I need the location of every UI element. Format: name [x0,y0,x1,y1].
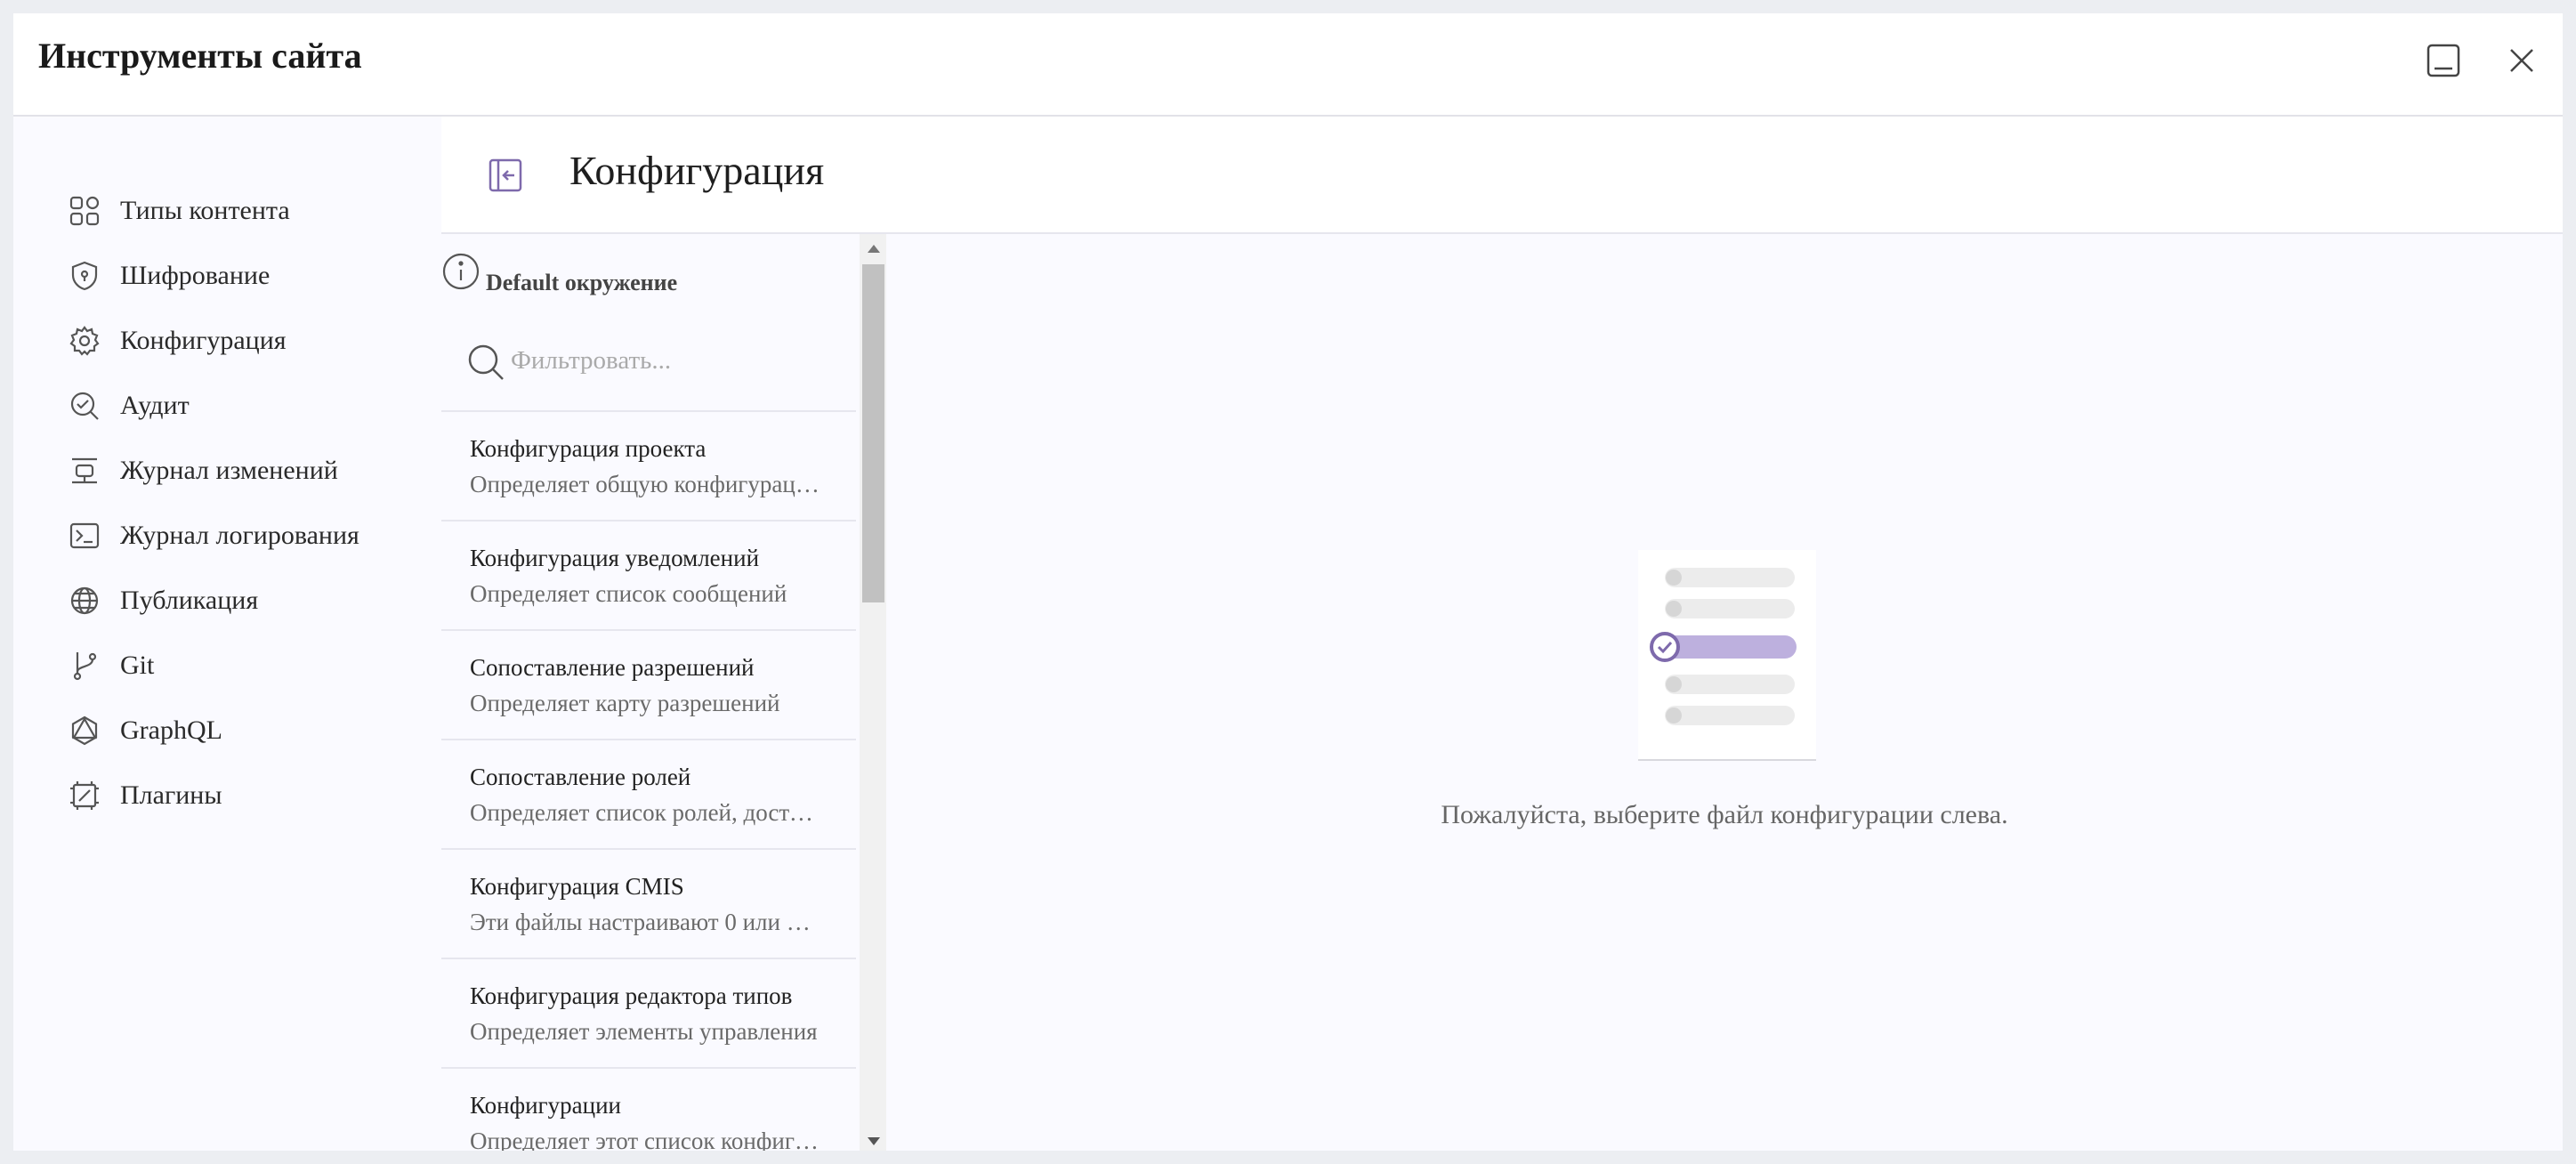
list-item[interactable]: Сопоставление ролей Определяет список ро… [441,739,856,849]
config-item-name: Конфигурации [470,1092,621,1119]
sidebar-item-label: Журнал изменений [120,456,338,485]
sidebar-item-label: GraphQL [120,715,222,745]
scroll-up-arrow-icon[interactable] [868,245,880,253]
gear-icon [67,323,102,359]
sidebar-item-label: Типы контента [120,196,290,225]
config-item-description: Определяет общую конфигурацию проекта [470,471,821,497]
sidebar-item-label: Журнал логирования [120,521,359,550]
dialog-header: Инструменты сайта [13,13,2563,117]
sidebar-item-label: Шифрование [120,261,271,290]
config-item-description: Определяет карту разрешений [470,690,780,716]
sidebar-item-publishing[interactable]: Публикация [67,578,258,623]
sidebar-item-label: Публикация [120,586,259,615]
git-branch-icon [67,648,102,683]
config-item-name: Конфигурация редактора типов [470,982,793,1009]
close-button[interactable] [2499,38,2544,83]
collapse-sidebar-button[interactable] [486,156,525,195]
sidebar-item-label: Плагины [120,780,222,810]
list-item[interactable]: Конфигурация редактора типов Определяет … [441,958,856,1068]
config-item-description: Эти файлы настраивают 0 или более [470,909,821,935]
filter-field [466,335,831,385]
sidebar-item-logging[interactable]: Журнал логирования [67,513,359,558]
config-item-name: Конфигурация CMIS [470,873,684,900]
config-item-description: Определяет этот список конфигураций [470,1128,821,1151]
globe-icon [67,583,102,618]
minimize-button[interactable] [2421,38,2466,83]
sidebar-item-audit[interactable]: Аудит [67,384,190,428]
changelog-icon [67,453,102,489]
info-icon [442,253,480,290]
graphql-icon [67,713,102,748]
empty-state-message: Пожалуйста, выберите файл конфигурации с… [1441,800,2008,829]
list-scrollbar[interactable] [860,234,886,1151]
content-types-icon [67,193,102,229]
sidebar-item-plugins[interactable]: Плагины [67,773,222,818]
page-title: Конфигурация [569,148,825,193]
sidebar-item-label: Аудит [120,391,190,420]
shield-icon [67,258,102,294]
sidebar-item-content-types[interactable]: Типы контента [67,189,290,233]
sidebar-item-git[interactable]: Git [67,643,154,688]
config-list-panel: Default окружение Конфигурация проекта О… [441,234,860,1151]
list-item[interactable]: Конфигурация проекта Определяет общую ко… [441,410,856,521]
dialog-title: Инструменты сайта [38,36,362,76]
sidebar-item-label: Конфигурация [120,326,287,355]
sidebar: Типы контента Шифрование Конфигурация Ау… [13,117,441,1151]
sidebar-item-encryption[interactable]: Шифрование [67,254,270,298]
config-item-name: Сопоставление разрешений [470,654,755,681]
audit-check-icon [67,388,102,424]
main-header: Конфигурация [441,117,2563,234]
minimize-window-icon [2427,44,2460,77]
collapse-sidebar-icon [489,158,522,192]
environment-row: Default окружение [441,252,824,296]
environment-label: Default окружение [486,270,678,295]
config-item-description: Определяет элементы управления [470,1018,818,1045]
list-item[interactable]: Конфигурация CMIS Эти файлы настраивают … [441,848,856,958]
filter-input[interactable] [511,341,813,380]
config-item-description: Определяет список ролей, доступных [470,799,821,826]
sidebar-item-graphql[interactable]: GraphQL [67,708,222,753]
list-item[interactable]: Конфигурация уведомлений Определяет спис… [441,520,856,630]
scrollbar-thumb[interactable] [862,264,884,602]
sidebar-item-changelog[interactable]: Журнал изменений [67,449,338,493]
config-item-name: Конфигурация уведомлений [470,545,760,571]
search-icon [468,344,504,380]
sidebar-item-configuration[interactable]: Конфигурация [67,319,287,363]
config-item-name: Сопоставление ролей [470,764,691,790]
empty-list-illustration [1638,550,1816,761]
list-item[interactable]: Сопоставление разрешений Определяет карт… [441,629,856,740]
plugins-icon [67,778,102,813]
config-item-name: Конфигурация проекта [470,435,707,462]
close-icon [2510,49,2533,72]
list-item[interactable]: Конфигурации Определяет этот список конф… [441,1067,856,1151]
site-tools-dialog: Инструменты сайта Типы контента Шифрован… [13,13,2563,1151]
config-item-description: Определяет список сообщений [470,580,787,607]
terminal-icon [67,518,102,554]
scroll-down-arrow-icon[interactable] [868,1137,880,1145]
sidebar-item-label: Git [120,651,155,680]
config-content-area: Пожалуйста, выберите файл конфигурации с… [886,234,2563,1151]
